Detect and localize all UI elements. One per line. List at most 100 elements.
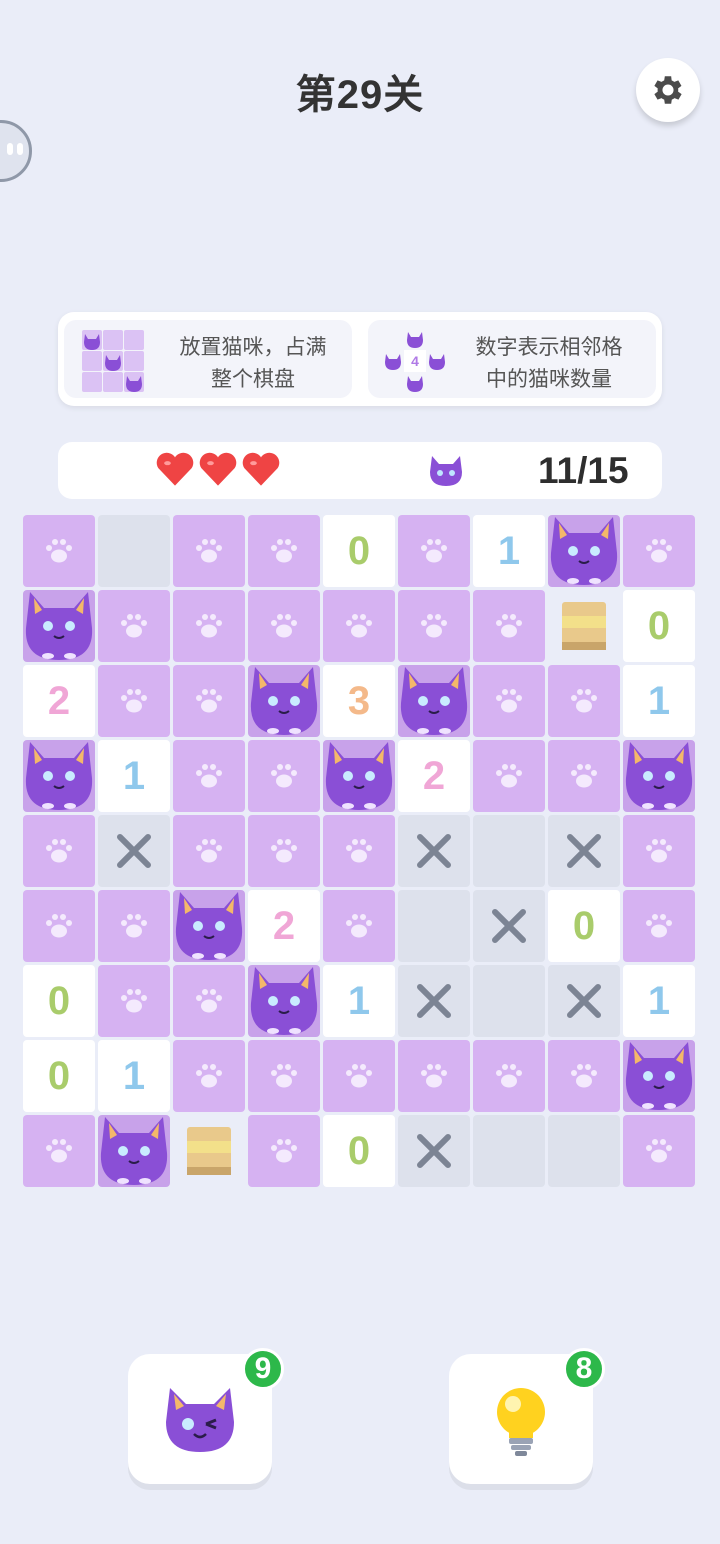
board-cell-cat[interactable] [23,590,95,662]
board-cell-empty[interactable] [398,890,470,962]
board-cell-cross[interactable] [398,815,470,887]
board-cell-number[interactable]: 2 [23,665,95,737]
board-cell-empty[interactable] [473,965,545,1037]
board-cell-number[interactable]: 1 [623,665,695,737]
paw-icon [196,839,222,863]
board-cell-cross[interactable] [398,965,470,1037]
cat-tool-button[interactable]: 9 [128,1348,284,1484]
board-cell-paw[interactable] [473,665,545,737]
cat-icon [325,742,393,810]
board-cell-cross[interactable] [98,815,170,887]
board-cell-paw[interactable] [173,665,245,737]
board-cell-paw[interactable] [98,965,170,1037]
board-cell-cross[interactable] [548,815,620,887]
board-cell-paw[interactable] [473,740,545,812]
board-cell-paw[interactable] [398,1040,470,1112]
board-cell-cat[interactable] [398,665,470,737]
board-cell-paw[interactable] [248,1115,320,1187]
board-cell-number[interactable]: 3 [323,665,395,737]
board-cell-number[interactable]: 2 [248,890,320,962]
board-cell-number[interactable]: 0 [23,1040,95,1112]
board-cell-paw[interactable] [548,665,620,737]
board-cell-number[interactable]: 1 [98,1040,170,1112]
board-cell-number[interactable]: 0 [323,515,395,587]
side-chat-button[interactable] [0,120,32,182]
board-cell-box[interactable] [548,590,620,662]
board-cell-number[interactable]: 1 [323,965,395,1037]
paw-icon [271,764,297,788]
board-cell-cat[interactable] [248,665,320,737]
board-cell-number[interactable]: 1 [98,740,170,812]
board-cell-paw[interactable] [248,590,320,662]
board-cell-cross[interactable] [473,890,545,962]
board-cell-empty[interactable] [473,815,545,887]
hint-button[interactable]: 8 [449,1348,605,1484]
board-cell-paw[interactable] [623,515,695,587]
board-cell-paw[interactable] [173,815,245,887]
board-cell-paw[interactable] [23,890,95,962]
board-cell-empty[interactable] [98,515,170,587]
board-cell-cross[interactable] [548,965,620,1037]
board-cell-paw[interactable] [98,665,170,737]
board-cell-paw[interactable] [23,515,95,587]
paw-icon [121,689,147,713]
board-cell-paw[interactable] [323,1040,395,1112]
board-cell-paw[interactable] [248,515,320,587]
board-cell-paw[interactable] [248,1040,320,1112]
board-cell-cat[interactable] [248,965,320,1037]
board-cell-paw[interactable] [98,890,170,962]
board-cell-empty[interactable] [548,1115,620,1187]
cross-icon [417,834,451,868]
board-cell-cat[interactable] [323,740,395,812]
board-cell-cat[interactable] [98,1115,170,1187]
board-cell-paw[interactable] [623,815,695,887]
rule-fill-board-illustration [82,330,146,394]
paw-icon [496,764,522,788]
board-cell-paw[interactable] [248,815,320,887]
board-cell-paw[interactable] [473,1040,545,1112]
board-cell-paw[interactable] [173,965,245,1037]
board-cell-empty[interactable] [473,1115,545,1187]
cat-tool-count-badge: 9 [242,1348,284,1390]
board-cell-paw[interactable] [23,815,95,887]
cross-icon [567,834,601,868]
board-cell-paw[interactable] [173,740,245,812]
board-cell-cross[interactable] [398,1115,470,1187]
board-cell-paw[interactable] [473,590,545,662]
board-cell-cat[interactable] [623,740,695,812]
board-cell-number[interactable]: 0 [23,965,95,1037]
board-cell-number[interactable]: 2 [398,740,470,812]
paw-icon [121,914,147,938]
board-cell-paw[interactable] [323,590,395,662]
board-cell-number[interactable]: 0 [623,590,695,662]
board-cell-paw[interactable] [398,590,470,662]
board-cell-paw[interactable] [623,1115,695,1187]
board-cell-cat[interactable] [173,890,245,962]
board-cell-cat[interactable] [23,740,95,812]
board-cell-paw[interactable] [623,890,695,962]
board-cell-paw[interactable] [98,590,170,662]
board-cell-paw[interactable] [173,590,245,662]
side-button-eye-right [17,143,23,155]
board-cell-paw[interactable] [548,1040,620,1112]
board-cell-paw[interactable] [173,515,245,587]
board-cell-paw[interactable] [323,890,395,962]
board-cell-number[interactable]: 0 [548,890,620,962]
board-cell-cat[interactable] [623,1040,695,1112]
paw-icon [421,614,447,638]
board-cell-paw[interactable] [173,1040,245,1112]
board-cell-number[interactable]: 1 [473,515,545,587]
board-cell-paw[interactable] [548,740,620,812]
board-cell-box[interactable] [173,1115,245,1187]
board-cell-paw[interactable] [398,515,470,587]
board-cell-cat[interactable] [548,515,620,587]
board-cell-paw[interactable] [23,1115,95,1187]
board-cell-paw[interactable] [248,740,320,812]
settings-button[interactable] [636,58,700,122]
paw-icon [421,539,447,563]
board-cell-paw[interactable] [323,815,395,887]
rule-number-meaning: 4 数字表示相邻格 中的猫咪数量 [368,320,656,398]
board-cell-number[interactable]: 1 [623,965,695,1037]
page-title: 第29关 [295,73,425,117]
board-cell-number[interactable]: 0 [323,1115,395,1187]
